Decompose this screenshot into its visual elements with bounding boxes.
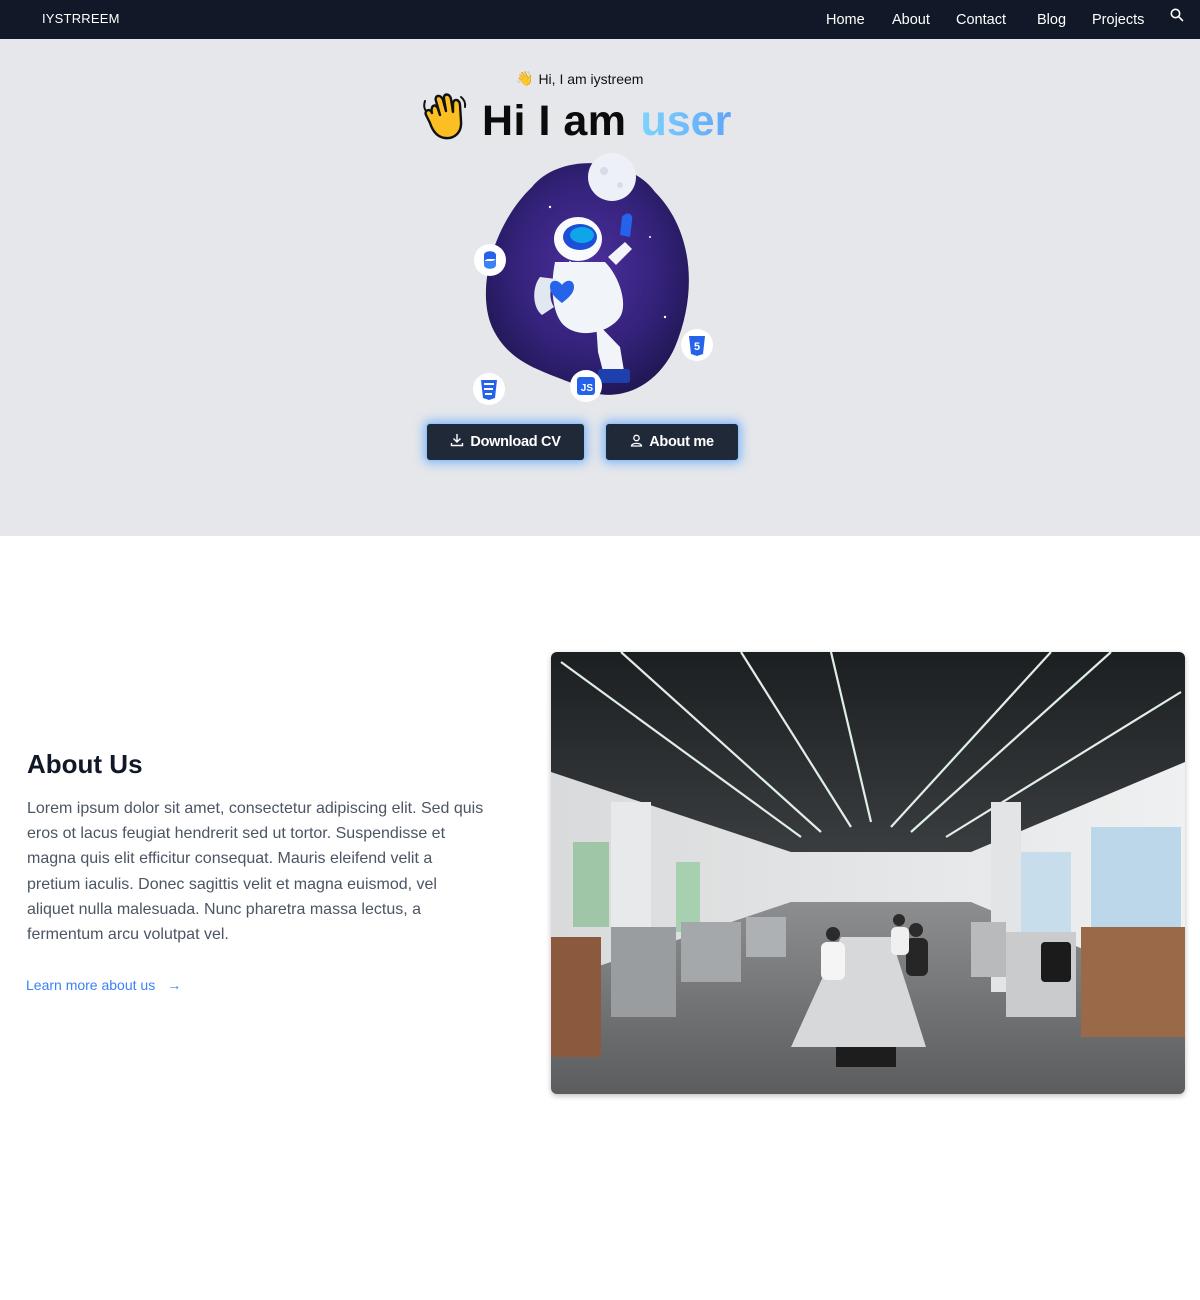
about-me-button[interactable]: About me	[605, 423, 739, 461]
download-cv-button[interactable]: Download CV	[426, 423, 585, 461]
nav-link-blog[interactable]: Blog	[1037, 12, 1066, 28]
html5-icon: 5	[681, 329, 713, 361]
hero-section: 👋 Hi, I am iystreem Hi I am user 5 JS Do…	[0, 39, 1200, 536]
html5-label: 5	[694, 341, 700, 353]
title-text: Hi I am	[482, 96, 627, 145]
search-icon[interactable]	[1170, 8, 1186, 24]
astronaut-illustration: 5	[473, 153, 713, 405]
about-text: Lorem ipsum dolor sit amet, consectetur …	[27, 800, 484, 944]
python-icon	[474, 244, 506, 276]
hero-greeting: 👋 Hi, I am iystreem	[516, 70, 643, 87]
about-title: About Us	[27, 749, 143, 779]
learn-more-label: Learn more about us	[26, 977, 156, 993]
css3-icon	[473, 373, 505, 405]
nav-link-projects[interactable]: Projects	[1092, 12, 1144, 28]
nav-link-contact[interactable]: Contact	[956, 12, 1006, 28]
waving-hand-icon: 👋	[516, 70, 534, 86]
arrow-right-icon: →	[167, 977, 182, 993]
js-badge: JS	[570, 370, 602, 402]
js-icon: JS	[577, 377, 595, 395]
waving-hand-icon	[422, 91, 468, 151]
user-icon	[630, 434, 643, 451]
download-icon	[450, 433, 464, 451]
hero-title: Hi I am user	[422, 91, 731, 151]
learn-more-link[interactable]: Learn more about us →	[26, 977, 181, 993]
about-me-label: About me	[649, 434, 714, 450]
nav-link-home[interactable]: Home	[826, 12, 865, 28]
nav-link-about[interactable]: About	[892, 12, 930, 28]
office-image	[551, 652, 1185, 1094]
greeting-text: Hi, I am iystreem	[538, 70, 644, 87]
navbar: IYSTRREEM Home About Contact Blog Projec…	[0, 0, 1200, 39]
download-cv-label: Download CV	[470, 434, 561, 450]
title-accent: user	[640, 96, 732, 145]
brand-logo[interactable]: IYSTRREEM	[42, 11, 120, 26]
